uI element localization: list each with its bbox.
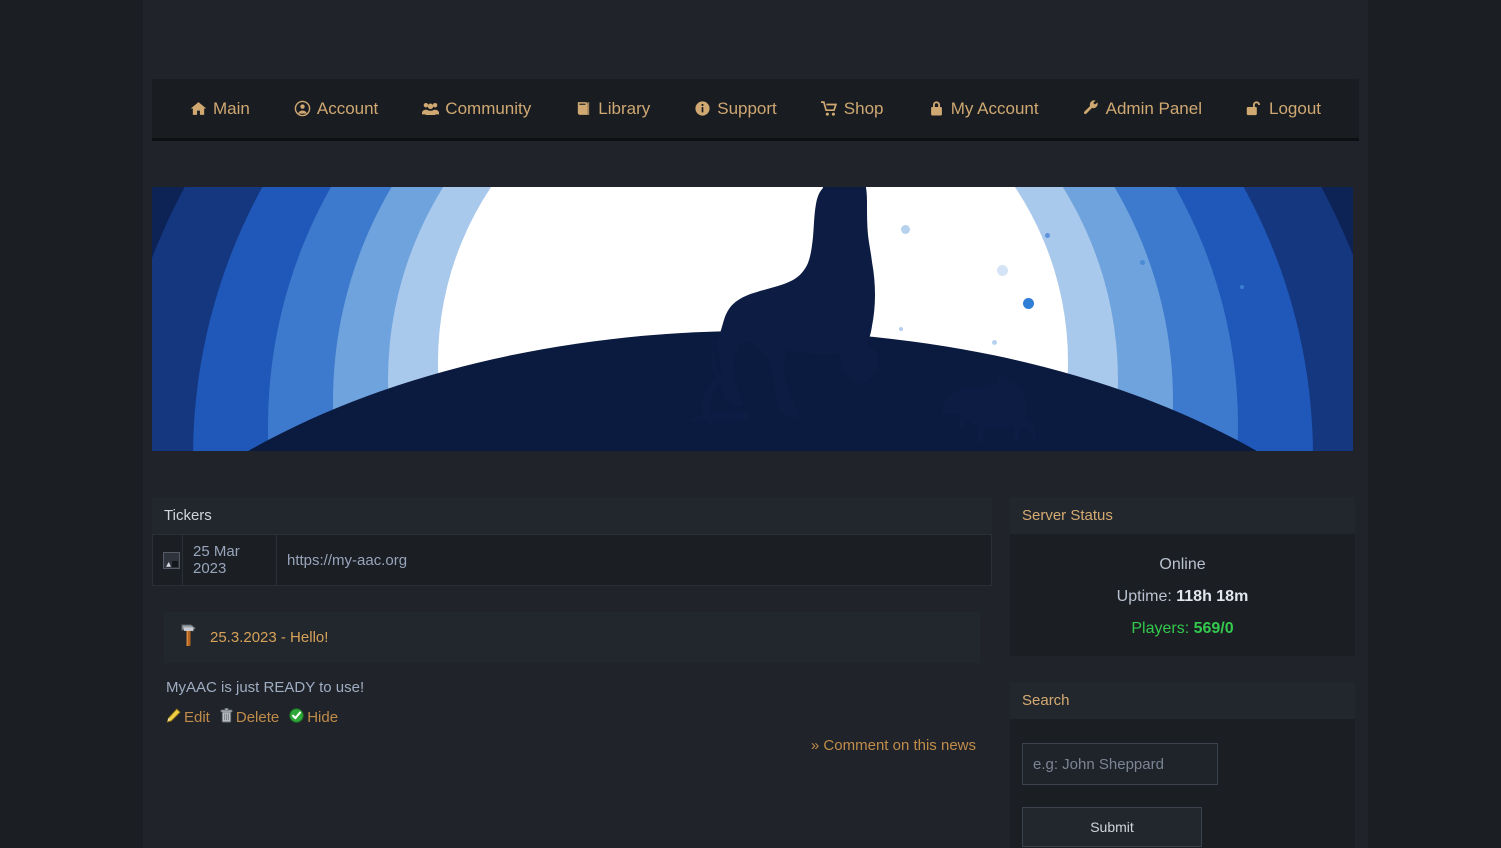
tickers-panel: Tickers 25 Mar 2023 https://my-aac.org <box>152 497 992 586</box>
nav-label: Main <box>213 98 250 118</box>
book-icon <box>575 100 592 117</box>
delete-news-button[interactable]: Delete <box>220 707 280 727</box>
unlock-icon <box>1246 100 1263 117</box>
action-label: Hide <box>307 709 339 726</box>
nav-item-logout[interactable]: Logout <box>1236 93 1331 125</box>
broken-image-icon <box>163 551 180 569</box>
nav-group-left: Main Account Community Library Support S… <box>168 93 905 125</box>
check-circle-icon <box>289 708 304 727</box>
page-root: Main Account Community Library Support S… <box>0 0 1501 848</box>
navigation-wrapper: Main Account Community Library Support S… <box>143 70 1368 150</box>
shopping-cart-icon <box>820 100 838 117</box>
hide-news-button[interactable]: Hide <box>289 708 338 727</box>
table-row: 25 Mar 2023 https://my-aac.org <box>152 534 992 586</box>
content-area: Tickers 25 Mar 2023 https://my-aac.org 2… <box>143 488 1368 848</box>
search-panel: Search Submit <box>1010 682 1355 848</box>
uptime-label: Uptime: <box>1116 588 1172 605</box>
info-circle-icon <box>694 100 711 117</box>
search-input[interactable] <box>1022 743 1218 785</box>
nav-label: Logout <box>1269 98 1321 118</box>
comment-row: » Comment on this news <box>152 727 992 777</box>
status-online-row: Online <box>1020 556 1345 574</box>
players-value: 569/0 <box>1193 620 1234 637</box>
nav-label: Community <box>445 98 532 118</box>
pencil-icon <box>166 708 181 727</box>
nav-label: My Account <box>950 98 1039 118</box>
server-status-title: Server Status <box>1010 497 1355 534</box>
hammer-icon <box>178 622 200 653</box>
action-label: Edit <box>184 709 210 726</box>
nav-item-main[interactable]: Main <box>180 93 260 125</box>
uptime-value: 118h 18m <box>1176 588 1249 605</box>
howling-wolf-silhouette <box>691 187 879 427</box>
ticker-icon-cell <box>152 534 183 586</box>
news-article: 25.3.2023 - Hello! MyAAC is just READY t… <box>152 612 992 777</box>
tickers-panel-title: Tickers <box>152 497 992 534</box>
news-action-bar: Edit Delete Hide <box>152 696 992 727</box>
home-icon <box>190 100 207 117</box>
nav-label: Admin Panel <box>1105 98 1202 118</box>
tickers-table: 25 Mar 2023 https://my-aac.org <box>152 534 992 586</box>
search-panel-title: Search <box>1010 682 1355 719</box>
news-body-text: MyAAC is just READY to use! <box>166 679 365 696</box>
site-container: Main Account Community Library Support S… <box>143 0 1368 848</box>
ticker-date: 25 Mar 2023 <box>182 534 277 586</box>
nav-label: Library <box>598 98 651 118</box>
site-banner-image <box>152 187 1353 451</box>
status-uptime-row: Uptime: 118h 18m <box>1020 588 1345 606</box>
nav-group-right: My Account Admin Panel Logout <box>906 93 1343 125</box>
nav-item-my-account[interactable]: My Account <box>918 93 1049 125</box>
status-online-text: Online <box>1159 556 1206 573</box>
nav-item-community[interactable]: Community <box>412 93 541 125</box>
users-icon <box>422 100 440 117</box>
news-title[interactable]: 25.3.2023 - Hello! <box>210 629 328 646</box>
nav-label: Shop <box>843 98 884 118</box>
lock-icon <box>928 100 945 117</box>
action-label: Delete <box>235 709 280 726</box>
nav-item-account[interactable]: Account <box>284 93 388 125</box>
user-circle-icon <box>294 100 311 117</box>
nav-item-support[interactable]: Support <box>684 93 787 125</box>
server-status-panel: Server Status Online Uptime: 118h 18m Pl… <box>1010 497 1355 656</box>
server-status-body: Online Uptime: 118h 18m Players: 569/0 <box>1010 534 1355 656</box>
nav-label: Support <box>717 98 777 118</box>
nav-label: Account <box>316 98 379 118</box>
nav-item-admin-panel[interactable]: Admin Panel <box>1073 93 1212 125</box>
edit-news-button[interactable]: Edit <box>166 708 210 727</box>
main-column: Tickers 25 Mar 2023 https://my-aac.org 2… <box>152 497 992 777</box>
banner-wrapper <box>143 178 1368 460</box>
news-header: 25.3.2023 - Hello! <box>164 612 980 663</box>
status-players-row: Players: 569/0 <box>1020 620 1345 638</box>
ticker-text: https://my-aac.org <box>276 534 992 586</box>
search-submit-button[interactable]: Submit <box>1022 807 1202 847</box>
nav-item-shop[interactable]: Shop <box>811 93 894 125</box>
trash-icon <box>220 707 233 727</box>
wolf-pup-silhouette <box>942 370 1037 443</box>
wrench-icon <box>1083 100 1100 117</box>
players-label: Players: <box>1131 620 1190 637</box>
main-navigation: Main Account Community Library Support S… <box>152 79 1359 141</box>
comment-on-news-link[interactable]: » Comment on this news <box>811 737 976 754</box>
search-panel-body: Submit <box>1010 719 1355 848</box>
sidebar-column: Server Status Online Uptime: 118h 18m Pl… <box>1010 497 1355 848</box>
nav-item-library[interactable]: Library <box>565 93 660 125</box>
tickers-panel-body: 25 Mar 2023 https://my-aac.org <box>152 534 992 586</box>
banner-wolves <box>152 187 1353 451</box>
